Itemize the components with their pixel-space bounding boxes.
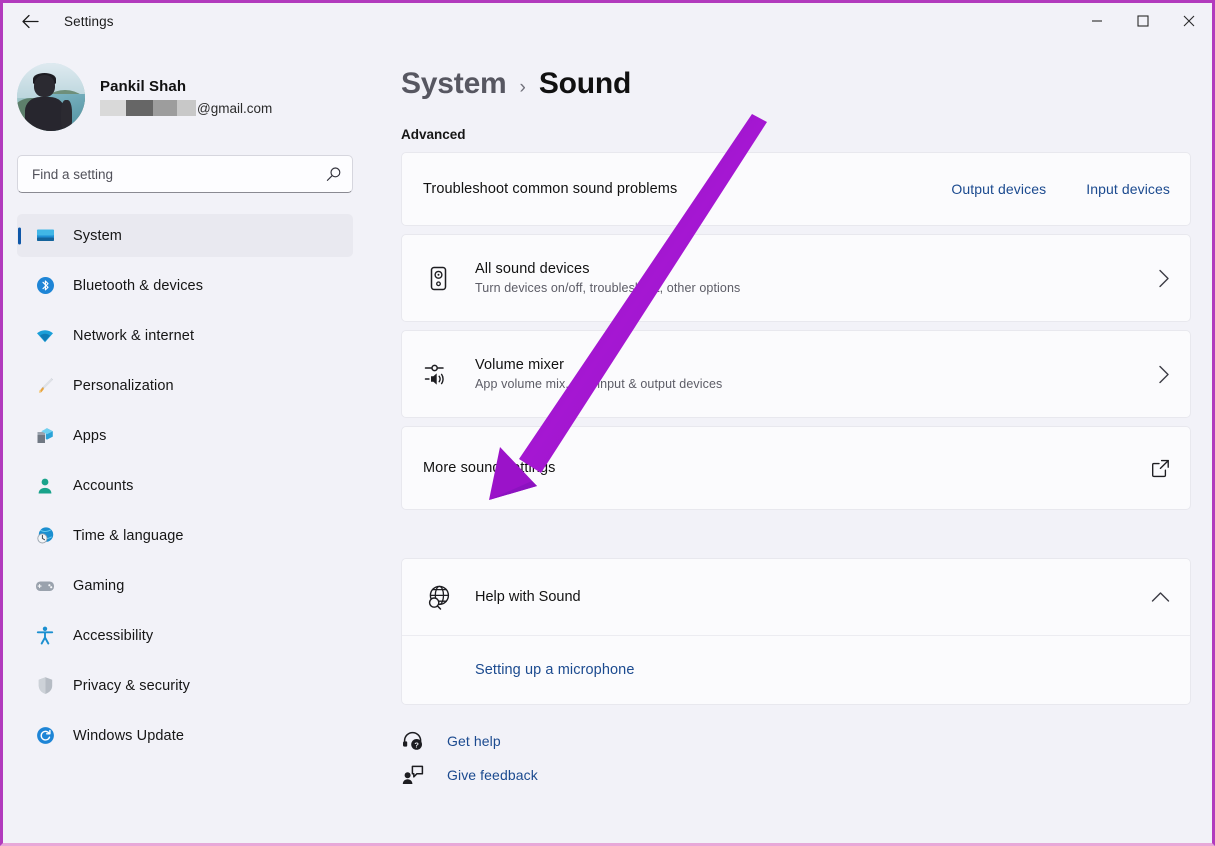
search-container [3, 151, 367, 193]
get-help-row[interactable]: ? Get help [401, 731, 501, 751]
card-title: More sound settings [423, 460, 556, 476]
chevron-right-icon [1157, 269, 1170, 288]
sidebar-item-accessibility[interactable]: Accessibility [17, 614, 353, 657]
card-links: Output devices Input devices [951, 181, 1170, 197]
sidebar-item-label: Personalization [73, 377, 174, 394]
shield-icon [35, 676, 55, 696]
settings-window: Settings Pankil Shah @gmail.com Find a s… [0, 0, 1215, 846]
update-icon [35, 726, 55, 746]
search-icon[interactable] [325, 166, 342, 183]
minimize-button[interactable] [1074, 3, 1120, 39]
bluetooth-icon [35, 276, 55, 296]
card-volume-mixer[interactable]: Volume mixer App volume mix, app input &… [401, 330, 1191, 418]
person-icon [35, 476, 55, 496]
sidebar-item-bluetooth-devices[interactable]: Bluetooth & devices [17, 264, 353, 307]
paintbrush-icon [35, 376, 55, 396]
sidebar-item-system[interactable]: System [17, 214, 353, 257]
minimize-icon [1092, 20, 1102, 22]
card-title: Volume mixer [475, 357, 565, 373]
card-troubleshoot: Troubleshoot common sound problems Outpu… [401, 152, 1191, 226]
card-title: Troubleshoot common sound problems [423, 181, 678, 197]
breadcrumb-separator: › [519, 77, 526, 98]
sidebar-item-privacy-security[interactable]: Privacy & security [17, 664, 353, 707]
feedback-icon [401, 765, 425, 785]
volume-mixer-icon [423, 361, 453, 387]
help-items: Setting up a microphone [402, 636, 1190, 704]
sidebar: Pankil Shah @gmail.com Find a setting Sy… [3, 39, 367, 843]
sidebar-item-label: Time & language [73, 527, 184, 544]
sidebar-item-label: Gaming [73, 577, 125, 594]
window-controls [1074, 3, 1212, 39]
card-all-sound-devices[interactable]: All sound devices Turn devices on/off, t… [401, 234, 1191, 322]
sidebar-item-gaming[interactable]: Gaming [17, 564, 353, 607]
redacted-email-block [100, 100, 196, 116]
card-subtitle: App volume mix, app input & output devic… [475, 377, 723, 391]
chevron-right-icon [1157, 365, 1170, 384]
sidebar-item-label: System [73, 227, 122, 244]
sidebar-item-accounts[interactable]: Accounts [17, 464, 353, 507]
email-domain: @gmail.com [197, 100, 273, 116]
account-name: Pankil Shah [100, 78, 187, 95]
maximize-icon [1137, 15, 1149, 27]
chevron-up-icon[interactable] [1151, 591, 1170, 604]
close-button[interactable] [1166, 3, 1212, 39]
help-headset-icon: ? [401, 731, 425, 751]
title-bar: Settings [3, 3, 1212, 39]
page-title: Sound [538, 67, 632, 100]
card-subtitle: Turn devices on/off, troubleshoot, other… [475, 281, 741, 295]
sidebar-item-label: Accessibility [73, 627, 154, 644]
sidebar-item-label: Windows Update [73, 727, 185, 744]
sidebar-item-label: Accounts [73, 477, 134, 494]
maximize-button[interactable] [1120, 3, 1166, 39]
breadcrumb-parent[interactable]: System [401, 67, 507, 101]
speaker-icon [423, 266, 453, 291]
footer-label: Give feedback [447, 767, 538, 783]
back-button[interactable] [13, 6, 47, 36]
avatar [17, 63, 85, 131]
footer-label: Get help [447, 733, 501, 749]
sidebar-item-label: Network & internet [73, 327, 195, 344]
accessibility-icon [35, 626, 55, 646]
external-link-icon [1151, 459, 1170, 478]
monitor-icon [35, 226, 55, 246]
globe-search-icon [423, 584, 453, 611]
search-input[interactable] [32, 166, 325, 182]
wifi-icon [35, 326, 55, 346]
sidebar-item-network-internet[interactable]: Network & internet [17, 314, 353, 357]
sidebar-item-personalization[interactable]: Personalization [17, 364, 353, 407]
apps-icon [35, 426, 55, 446]
main-content: System › Sound Advanced Troubleshoot com… [367, 39, 1212, 843]
card-title: All sound devices [475, 261, 590, 277]
footer-links: ? Get help Give feedback [367, 705, 1212, 785]
sidebar-item-apps[interactable]: Apps [17, 414, 353, 457]
help-with-sound-header[interactable]: Help with Sound [402, 559, 1190, 635]
sidebar-item-label: Apps [73, 427, 107, 444]
svg-text:?: ? [414, 741, 419, 750]
settings-cards: Troubleshoot common sound problems Outpu… [367, 152, 1212, 510]
help-title: Help with Sound [475, 589, 581, 605]
search-box[interactable] [17, 155, 353, 193]
close-icon [1183, 15, 1195, 27]
gamepad-icon [35, 576, 55, 596]
account-email: @gmail.com [100, 100, 272, 116]
link-output-devices[interactable]: Output devices [951, 181, 1046, 197]
breadcrumb: System › Sound [367, 39, 1212, 101]
card-more-sound-settings[interactable]: More sound settings [401, 426, 1191, 510]
app-title: Settings [64, 13, 114, 29]
link-input-devices[interactable]: Input devices [1086, 181, 1170, 197]
help-with-sound-group: Help with Sound Setting up a microphone [401, 558, 1191, 705]
sidebar-item-label: Privacy & security [73, 677, 191, 694]
sidebar-item-time-language[interactable]: Time & language [17, 514, 353, 557]
help-link-setting-up-microphone[interactable]: Setting up a microphone [475, 662, 635, 678]
back-arrow-icon [21, 14, 39, 28]
section-label-advanced: Advanced [401, 127, 466, 142]
clock-globe-icon [35, 526, 55, 546]
account-card[interactable]: Pankil Shah @gmail.com [3, 39, 367, 151]
sidebar-item-label: Bluetooth & devices [73, 277, 204, 294]
give-feedback-row[interactable]: Give feedback [401, 765, 538, 785]
sidebar-item-windows-update[interactable]: Windows Update [17, 714, 353, 757]
sidebar-nav: System Bluetooth & devices Network & int… [3, 214, 367, 764]
